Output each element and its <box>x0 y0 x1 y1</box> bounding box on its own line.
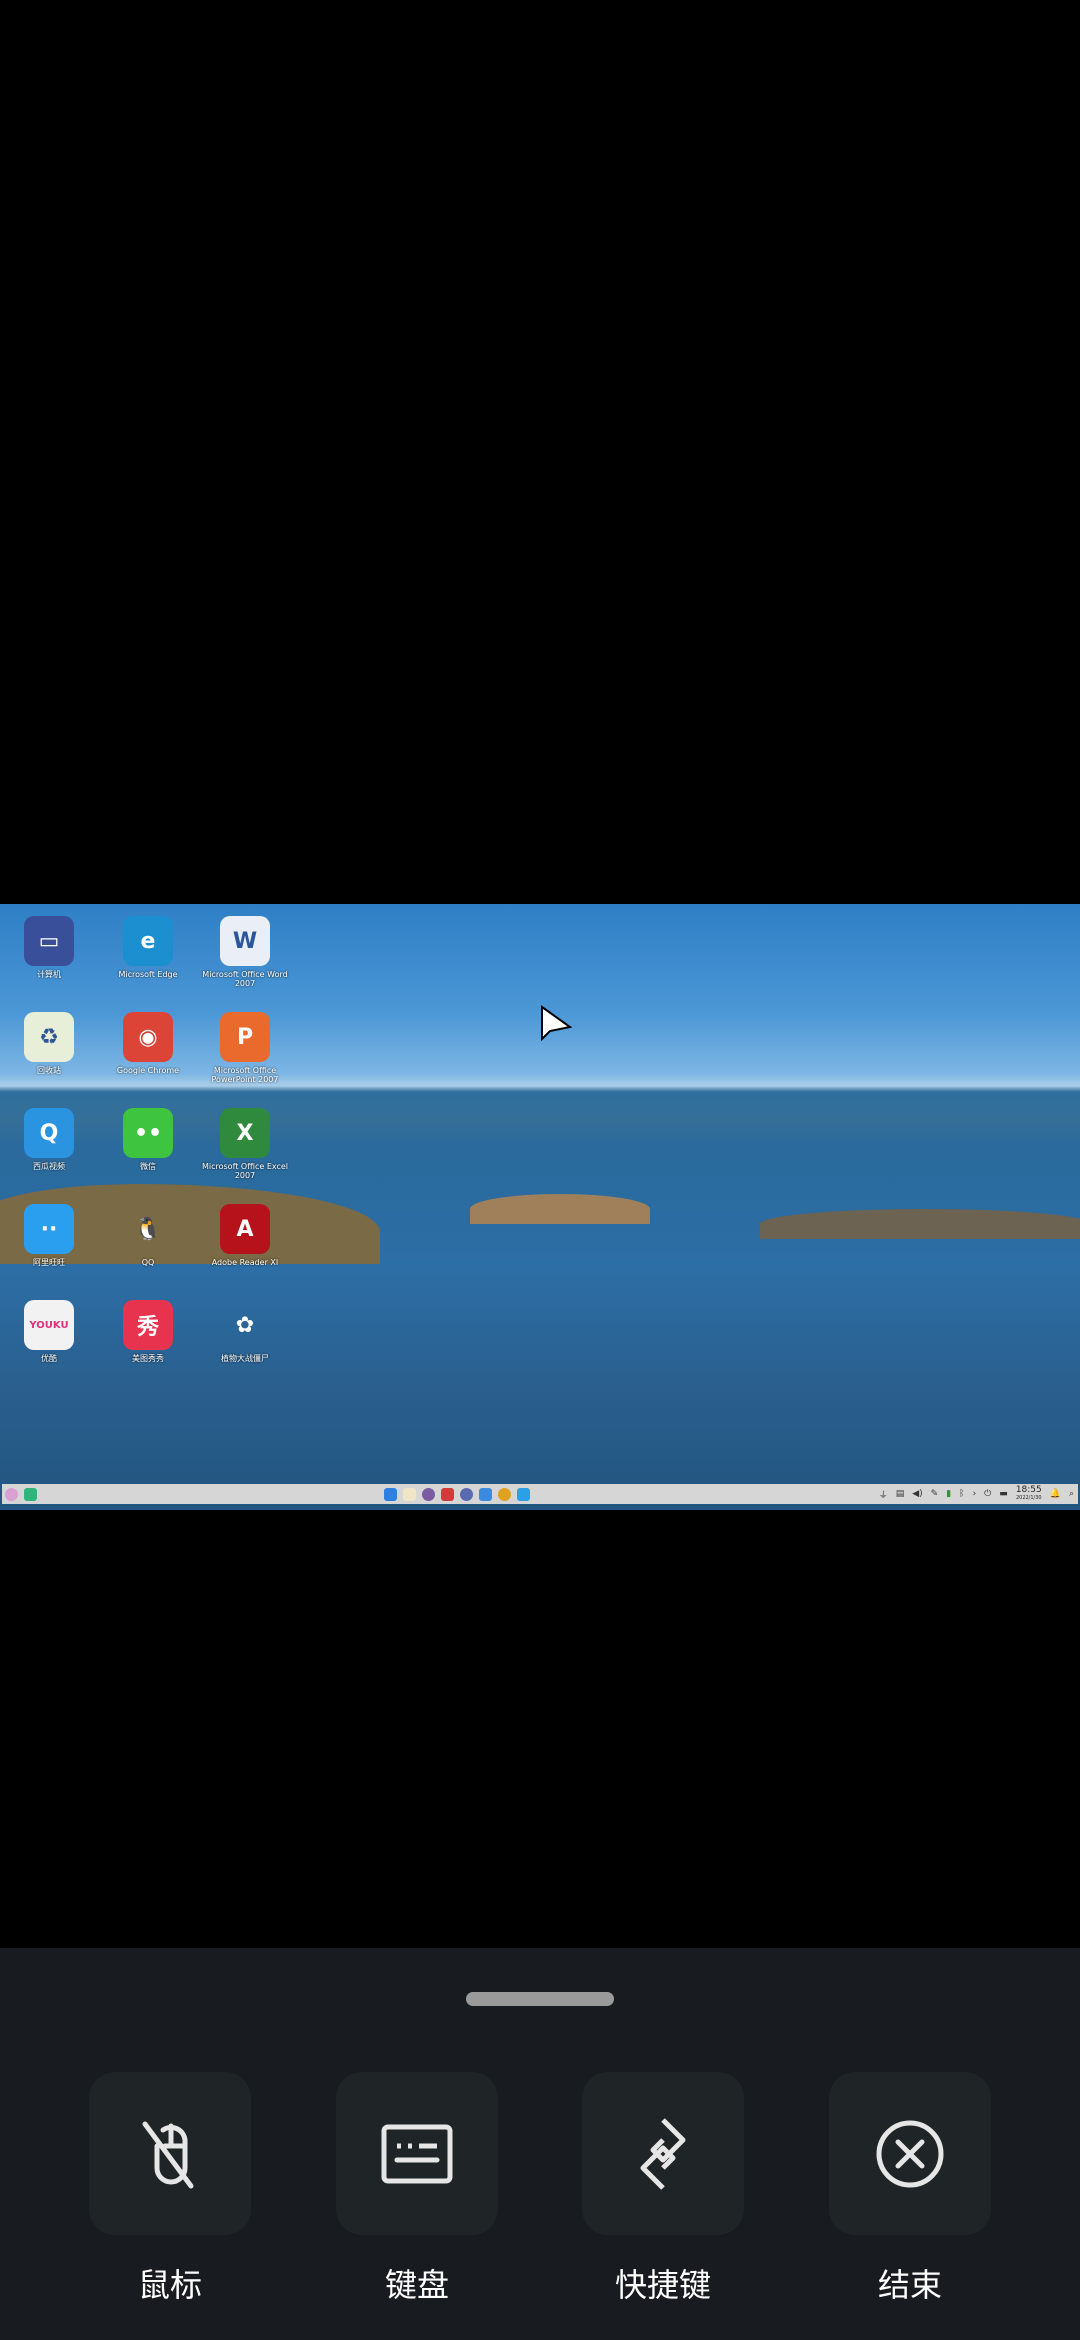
app-icon: Q <box>24 1108 74 1158</box>
volume-icon[interactable]: ◀) <box>912 1489 922 1499</box>
desktop-icon[interactable]: A Adobe Reader XI <box>197 1204 293 1267</box>
taskbar: ⏚ ▤ ◀) ✎ ▮ ᛒ › ⏻ ▬ 18:55 2022/1/30 🔔 ⌕ <box>2 1484 1078 1504</box>
feishu-icon[interactable] <box>517 1487 531 1501</box>
mouse-button[interactable] <box>89 2072 251 2235</box>
desktop-icon[interactable]: YOUKU 优酷 <box>1 1300 97 1363</box>
shortcut-button[interactable] <box>582 2072 744 2235</box>
desktop-icon-label: Google Chrome <box>116 1066 180 1075</box>
keyboard-icon <box>381 2124 453 2183</box>
bluetooth-icon[interactable]: ᛒ <box>959 1489 964 1499</box>
island-right <box>760 1209 1080 1239</box>
desktop-icon[interactable]: ✿ 植物大战僵尸 <box>197 1300 293 1364</box>
file-manager-icon[interactable] <box>384 1487 398 1501</box>
desktop-icon[interactable]: ♻ 回收站 <box>1 1012 97 1075</box>
shortcut-label: 快捷键 <box>614 2266 711 2304</box>
desktop-icon[interactable]: •• 微信 <box>100 1108 196 1171</box>
power-icon[interactable]: ⏻ <box>984 1489 991 1499</box>
desktop-icon-label: 回收站 <box>37 1066 61 1075</box>
remote-desktop-view[interactable]: ▭ 计算机 e Microsoft Edge W Microsoft Office Wor… <box>0 904 1080 1510</box>
app-icon: W <box>220 916 270 966</box>
app-icon: •• <box>123 1108 173 1158</box>
desktop-icon[interactable]: W Microsoft Office Word 2007 <box>197 916 293 988</box>
desktop-icon-label: 美图秀秀 <box>132 1354 164 1363</box>
notes-icon[interactable] <box>403 1487 417 1501</box>
app-icon: ▭ <box>24 916 74 966</box>
island-middle <box>470 1194 650 1224</box>
multitask-icon[interactable] <box>24 1487 37 1501</box>
desktop-icon-label: 计算机 <box>37 970 61 979</box>
clock-time: 18:55 <box>1015 1485 1042 1495</box>
remote-control-panel: 鼠标 键盘 快捷键 结束 <box>0 1948 1080 2340</box>
display-icon[interactable]: ▬ <box>999 1489 1008 1499</box>
app-icon: ♻ <box>24 1012 74 1062</box>
end-session-button[interactable] <box>829 2072 991 2235</box>
mouse-label: 鼠标 <box>137 2266 202 2304</box>
app-icon: 秀 <box>123 1300 173 1350</box>
chrome-taskbar-icon[interactable] <box>498 1487 512 1501</box>
desktop-icon-label: 阿里旺旺 <box>33 1258 65 1267</box>
close-circle-icon <box>876 2120 944 2187</box>
mouse-off-icon <box>142 2121 194 2188</box>
desktop-icon[interactable]: e Microsoft Edge <box>100 916 196 979</box>
app-icon: P <box>220 1012 270 1062</box>
app-icon: A <box>220 1204 270 1254</box>
shortcut-icon <box>640 2117 686 2190</box>
app-icon: ✿ <box>235 1312 255 1338</box>
desktop-icon-label: QQ <box>141 1258 155 1267</box>
desktop-icon[interactable]: ·· 阿里旺旺 <box>1 1204 97 1267</box>
camera-icon[interactable] <box>422 1487 436 1501</box>
notification-bell-icon[interactable]: 🔔 <box>1050 1489 1061 1499</box>
keyboard-button[interactable] <box>336 2072 498 2235</box>
desktop-icon[interactable]: Q 西瓜视频 <box>1 1108 97 1171</box>
app-icon: ◉ <box>123 1012 173 1062</box>
desktop-icon-label: Microsoft Office PowerPoint 2007 <box>211 1066 279 1084</box>
start-menu-icon[interactable] <box>5 1487 18 1501</box>
drag-handle[interactable] <box>466 1992 614 2006</box>
desktop-icon-label: 优酷 <box>41 1354 57 1363</box>
search-icon[interactable]: ⌕ <box>1069 1489 1074 1499</box>
desktop-icon[interactable]: ▭ 计算机 <box>1 916 97 979</box>
battery-icon[interactable]: ▮ <box>946 1489 951 1499</box>
app-icon: X <box>220 1108 270 1158</box>
clock-date: 2022/1/30 <box>1015 1495 1042 1501</box>
desktop-icon[interactable]: 秀美图秀秀 <box>100 1300 196 1363</box>
app-icon: ·· <box>24 1204 74 1254</box>
desktop-icon-label: 西瓜视频 <box>33 1162 65 1171</box>
desktop-icon-label: Microsoft Edge <box>118 970 178 979</box>
desktop-icon[interactable]: 🐧 QQ <box>100 1204 196 1268</box>
desktop-icon-label: Microsoft Office Word 2007 <box>202 970 288 988</box>
keyboard-label: 键盘 <box>384 2266 449 2304</box>
mouse-cursor-icon <box>541 1005 573 1042</box>
desktop-icon-label: Microsoft Office Excel 2007 <box>201 1162 289 1180</box>
end-label: 结束 <box>877 2266 942 2304</box>
expand-tray-icon[interactable]: › <box>973 1489 977 1499</box>
desktop-icon[interactable]: X Microsoft Office Excel 2007 <box>197 1108 293 1180</box>
settings-icon[interactable] <box>460 1487 474 1501</box>
pen-icon[interactable]: ✎ <box>931 1489 939 1499</box>
keyboard-layout-icon[interactable]: ▤ <box>896 1489 905 1499</box>
app-icon: YOUKU <box>24 1300 74 1350</box>
clock[interactable]: 18:55 2022/1/30 <box>1016 1486 1042 1502</box>
desktop-icon-label: Adobe Reader XI <box>211 1258 279 1267</box>
app-store-icon[interactable] <box>479 1487 493 1501</box>
desktop-icon[interactable]: ◉ Google Chrome <box>100 1012 196 1075</box>
desktop-icon[interactable]: P Microsoft Office PowerPoint 2007 <box>197 1012 293 1084</box>
app-icon: e <box>123 916 173 966</box>
usb-icon[interactable]: ⏚ <box>879 1488 888 1501</box>
terminal-icon[interactable] <box>441 1487 455 1501</box>
desktop-icon-label: 植物大战僵尸 <box>221 1354 269 1363</box>
desktop-icon-label: 微信 <box>140 1162 156 1171</box>
app-icon: 🐧 <box>134 1216 162 1242</box>
